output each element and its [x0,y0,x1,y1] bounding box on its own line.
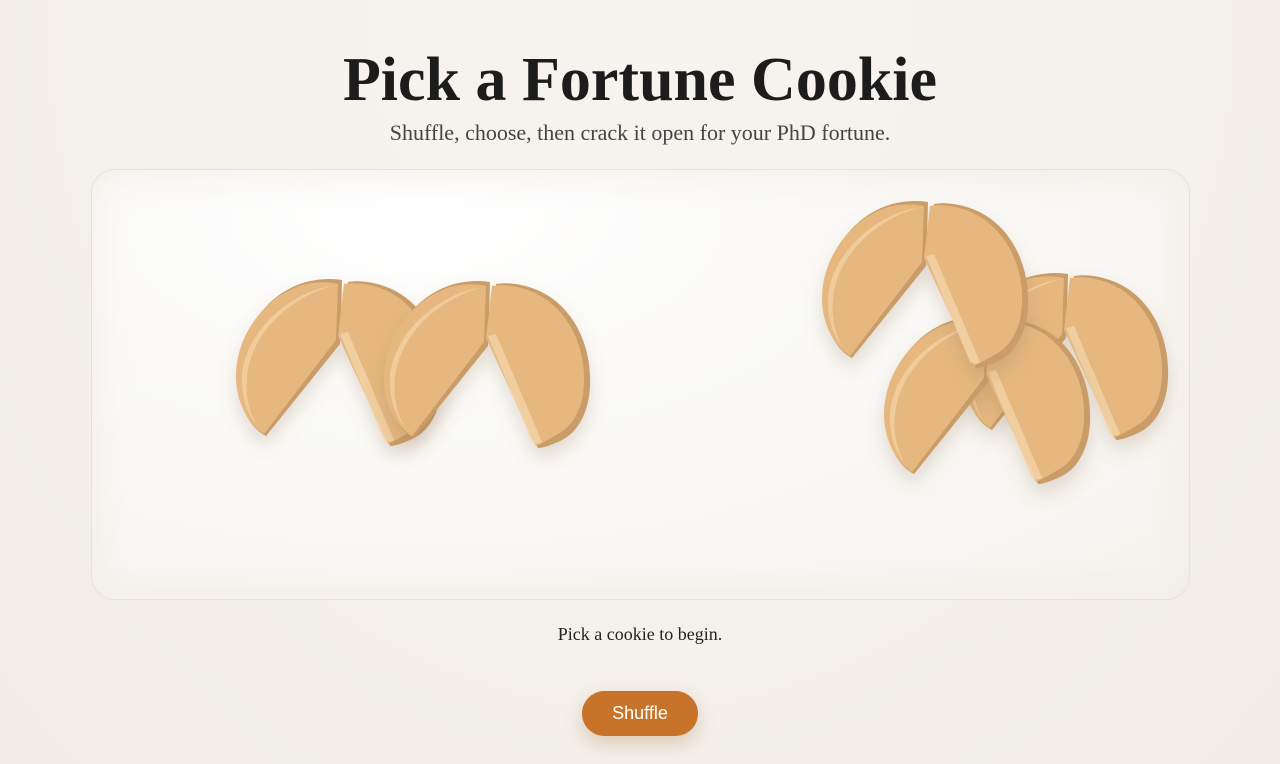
shuffle-button[interactable]: Shuffle [582,691,698,736]
cookie-table [91,169,1190,600]
page-subtitle: Shuffle, choose, then crack it open for … [389,120,891,145]
cookie-left-half [236,278,342,436]
status-message: Pick a cookie to begin. [557,624,723,644]
cookie-right-half [486,283,591,448]
cookie-left-half [822,200,928,358]
cookie-board [236,200,1169,484]
page-title: Pick a Fortune Cookie [342,46,938,114]
